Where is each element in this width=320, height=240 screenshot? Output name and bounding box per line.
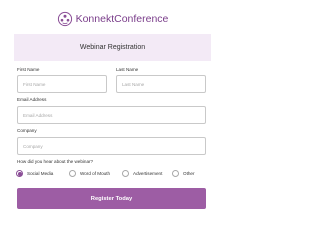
last-name-placeholder: Last Name — [122, 81, 145, 87]
radio-label-advertisement: Advertisement — [133, 171, 163, 176]
register-button-label: Register Today — [90, 195, 133, 202]
register-button[interactable]: Register Today — [17, 188, 206, 209]
radio-label-other: Other — [183, 171, 195, 176]
last-name-label: Last Name — [116, 67, 139, 72]
radio-label-social-media: Social Media — [27, 171, 54, 176]
brand-name: KonnektConference — [75, 13, 169, 25]
heard-about-label: How did you hear about the webinar? — [17, 159, 94, 164]
radio-unchecked-icon — [69, 170, 76, 177]
radio-unchecked-icon — [122, 170, 129, 177]
radio-option-advertisement[interactable]: Advertisement — [122, 169, 162, 178]
form-title: Webinar Registration — [79, 44, 146, 51]
first-name-placeholder: First Name — [23, 81, 46, 87]
radio-checked-icon — [16, 170, 23, 177]
registration-page: KonnektConference Webinar Registration F… — [0, 0, 225, 225]
people-network-icon — [57, 11, 73, 27]
email-field[interactable]: Email Address — [17, 106, 206, 124]
email-placeholder: Email Address — [23, 112, 53, 118]
radio-dot — [17, 171, 22, 176]
radio-unchecked-icon — [172, 170, 179, 177]
radio-option-social-media[interactable]: Social Media — [16, 169, 53, 178]
first-name-field[interactable]: First Name — [17, 75, 107, 93]
company-label: Company — [17, 128, 37, 133]
radio-label-word-of-mouth: Word of Mouth — [80, 171, 111, 176]
radio-option-other[interactable]: Other — [172, 169, 195, 178]
form-header: Webinar Registration — [14, 34, 211, 61]
heard-about-radio-group: Social Media Word of Mouth Advertisement… — [16, 169, 212, 178]
last-name-field[interactable]: Last Name — [116, 75, 206, 93]
radio-option-word-of-mouth[interactable]: Word of Mouth — [69, 169, 110, 178]
company-field[interactable]: Company — [17, 137, 206, 155]
email-label: Email Address — [17, 97, 47, 102]
first-name-label: First Name — [17, 67, 40, 72]
company-placeholder: Company — [23, 143, 43, 149]
brand-header: KonnektConference — [0, 8, 225, 30]
